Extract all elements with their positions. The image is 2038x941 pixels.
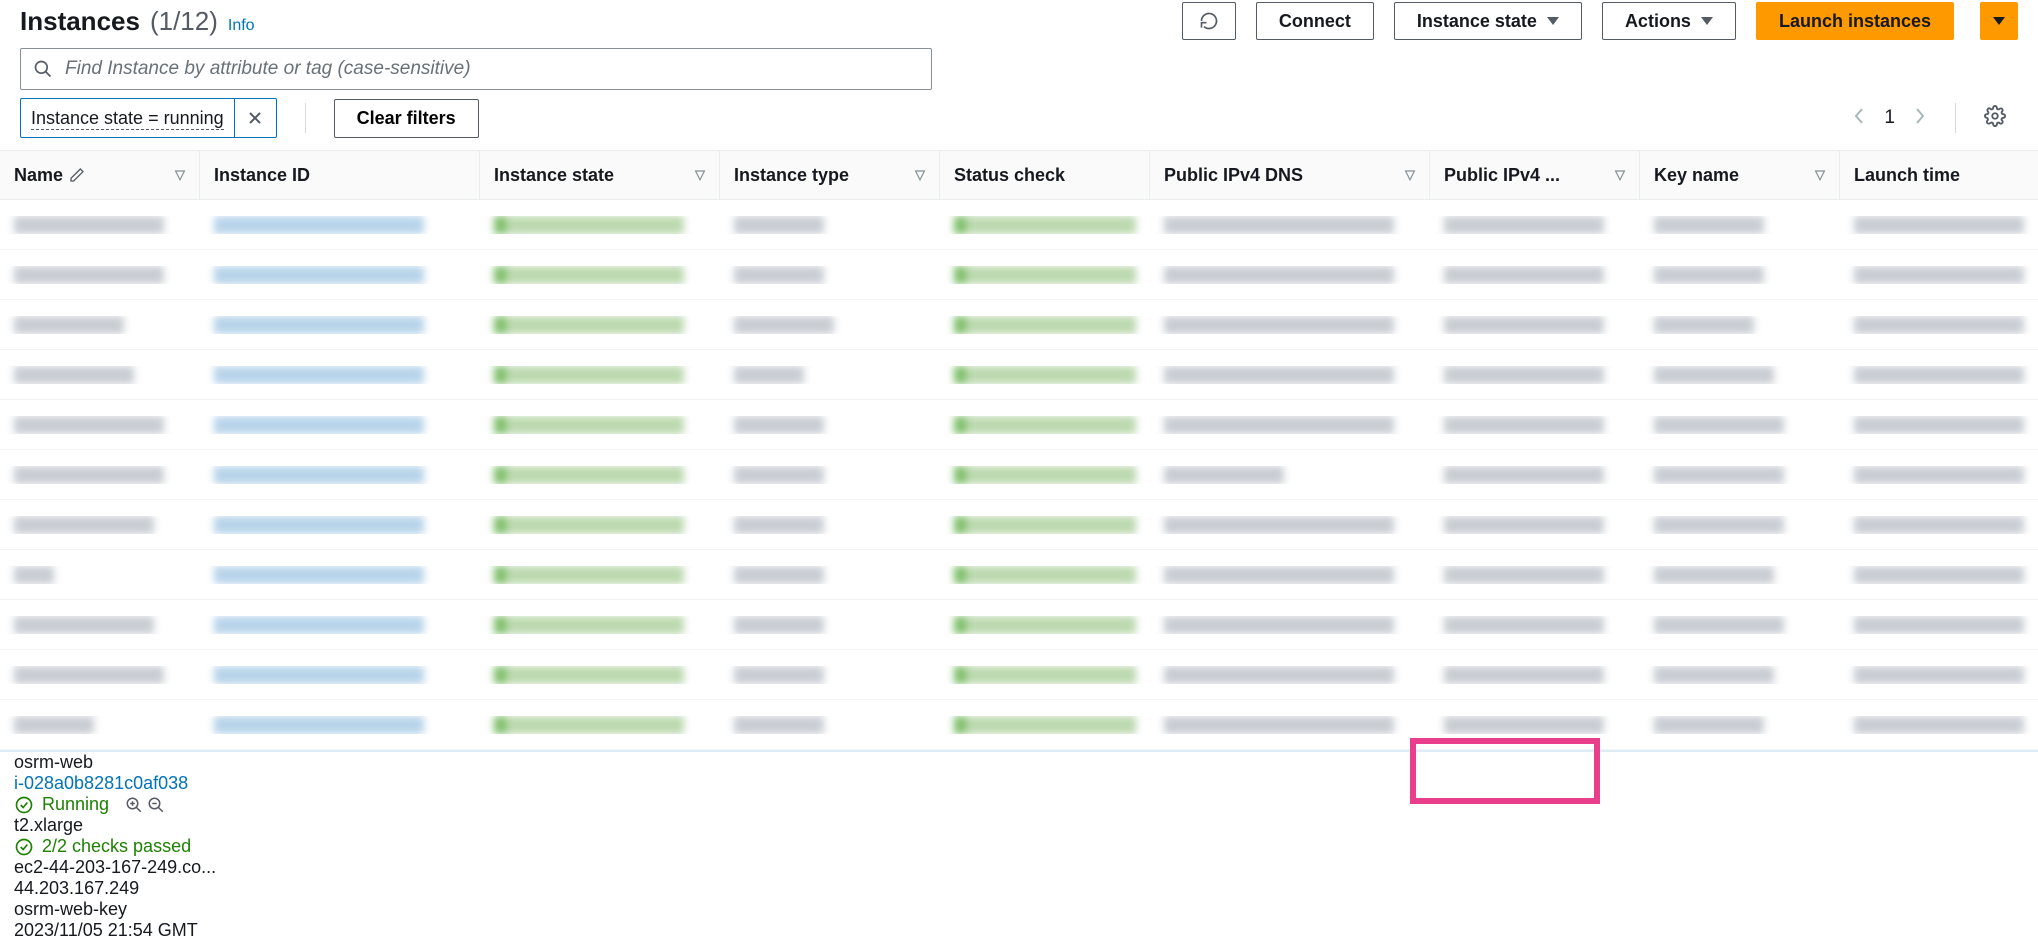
- instance-count: (1/12): [150, 6, 218, 37]
- check-circle-icon: [14, 795, 34, 815]
- search-box[interactable]: [20, 48, 932, 90]
- col-launch-time[interactable]: Launch time: [1840, 151, 2038, 199]
- instance-state-label: Instance state: [1417, 11, 1537, 32]
- launch-instances-button[interactable]: Launch instances: [1756, 2, 1954, 40]
- cell-key-name: osrm-web-key: [0, 899, 200, 920]
- cell-public-ip: 44.203.167.249: [0, 878, 210, 899]
- col-instance-state[interactable]: Instance state ▽: [480, 151, 720, 199]
- col-name-label: Name: [14, 165, 63, 186]
- table-row[interactable]: [0, 600, 2038, 650]
- col-launch-time-label: Launch time: [1854, 165, 1960, 186]
- caret-down-icon: [1993, 17, 2005, 25]
- actions-dropdown[interactable]: Actions: [1602, 2, 1736, 40]
- cell-status-check: 2/2 checks passed: [0, 836, 210, 857]
- status-text: 2/2 checks passed: [42, 836, 191, 857]
- col-instance-type-label: Instance type: [734, 165, 849, 186]
- close-icon: [247, 110, 263, 126]
- refresh-button[interactable]: [1182, 2, 1236, 40]
- col-instance-id[interactable]: Instance ID: [200, 151, 480, 199]
- edit-icon: [69, 167, 85, 183]
- title-group: Instances (1/12) Info: [20, 6, 255, 37]
- sort-icon[interactable]: ▽: [1815, 167, 1825, 183]
- table-row[interactable]: [0, 250, 2038, 300]
- col-public-ip[interactable]: Public IPv4 ... ▽: [1430, 151, 1640, 199]
- launch-instances-dropdown[interactable]: [1980, 2, 2018, 40]
- divider: [1955, 103, 1956, 133]
- col-instance-state-label: Instance state: [494, 165, 614, 186]
- clear-filters-button[interactable]: Clear filters: [334, 99, 479, 138]
- zoom-in-icon[interactable]: [125, 796, 143, 814]
- check-circle-icon: [14, 837, 34, 857]
- col-public-dns-label: Public IPv4 DNS: [1164, 165, 1303, 186]
- table-row[interactable]: [0, 500, 2038, 550]
- connect-button[interactable]: Connect: [1256, 2, 1374, 40]
- cell-launch-time: 2023/11/05 21:54 GMT: [0, 920, 2038, 941]
- sort-icon[interactable]: ▽: [695, 167, 705, 183]
- header-bar: Instances (1/12) Info Connect Instance s…: [0, 0, 2038, 40]
- instances-table: Name ▽ Instance ID Instance state ▽ Inst…: [0, 150, 2038, 941]
- cell-instance-state: Running: [0, 794, 240, 815]
- gear-icon: [1984, 105, 2006, 127]
- info-link[interactable]: Info: [228, 17, 255, 35]
- table-body: [0, 200, 2038, 750]
- table-row[interactable]: [0, 550, 2038, 600]
- search-icon: [33, 59, 53, 79]
- col-status-check[interactable]: Status check: [940, 151, 1150, 199]
- instance-state-dropdown[interactable]: Instance state: [1394, 2, 1582, 40]
- table-row[interactable]: [0, 700, 2038, 750]
- cell-instance-id[interactable]: i-028a0b8281c0af038: [0, 773, 280, 794]
- page-title: Instances: [20, 6, 140, 37]
- cell-public-dns: ec2-44-203-167-249.co...: [0, 857, 280, 878]
- sort-icon[interactable]: ▽: [175, 167, 185, 183]
- divider: [305, 103, 306, 133]
- state-text: Running: [42, 794, 109, 815]
- col-instance-id-label: Instance ID: [214, 165, 310, 186]
- settings-button[interactable]: [1984, 105, 2006, 132]
- cell-name: osrm-web: [0, 752, 200, 773]
- table-row[interactable]: [0, 200, 2038, 250]
- col-status-check-label: Status check: [954, 165, 1065, 186]
- zoom-out-icon[interactable]: [147, 796, 165, 814]
- caret-down-icon: [1547, 17, 1559, 25]
- table-row[interactable]: [0, 300, 2038, 350]
- col-public-dns[interactable]: Public IPv4 DNS ▽: [1150, 151, 1430, 199]
- table-row[interactable]: [0, 400, 2038, 450]
- table-row[interactable]: [0, 450, 2038, 500]
- page-next[interactable]: [1913, 106, 1927, 131]
- col-instance-type[interactable]: Instance type ▽: [720, 151, 940, 199]
- cell-instance-type: t2.xlarge: [0, 815, 220, 836]
- chevron-right-icon: [1913, 106, 1927, 126]
- actions-label: Actions: [1625, 11, 1691, 32]
- filter-chip-state-running[interactable]: Instance state = running: [20, 98, 277, 138]
- col-name[interactable]: Name ▽: [0, 151, 200, 199]
- filter-chip-remove[interactable]: [234, 99, 276, 137]
- page-prev[interactable]: [1852, 106, 1866, 131]
- refresh-icon: [1199, 11, 1219, 31]
- table-row[interactable]: [0, 650, 2038, 700]
- sort-icon[interactable]: ▽: [1615, 167, 1625, 183]
- caret-down-icon: [1701, 17, 1713, 25]
- chevron-left-icon: [1852, 106, 1866, 126]
- col-public-ip-label: Public IPv4 ...: [1444, 165, 1560, 186]
- search-row: [0, 40, 2038, 98]
- pagination: 1: [1852, 103, 2018, 133]
- filter-row: Instance state = running Clear filters 1: [0, 98, 2038, 150]
- col-key-name[interactable]: Key name ▽: [1640, 151, 1840, 199]
- col-key-name-label: Key name: [1654, 165, 1739, 186]
- table-row[interactable]: [0, 350, 2038, 400]
- page-number: 1: [1884, 107, 1895, 129]
- table-row[interactable]: osrm-web i-028a0b8281c0af038 Running t2.…: [0, 750, 2038, 941]
- filter-chip-label: Instance state = running: [31, 107, 224, 130]
- sort-icon[interactable]: ▽: [915, 167, 925, 183]
- sort-icon[interactable]: ▽: [1405, 167, 1415, 183]
- table-header: Name ▽ Instance ID Instance state ▽ Inst…: [0, 150, 2038, 200]
- search-input[interactable]: [63, 57, 919, 81]
